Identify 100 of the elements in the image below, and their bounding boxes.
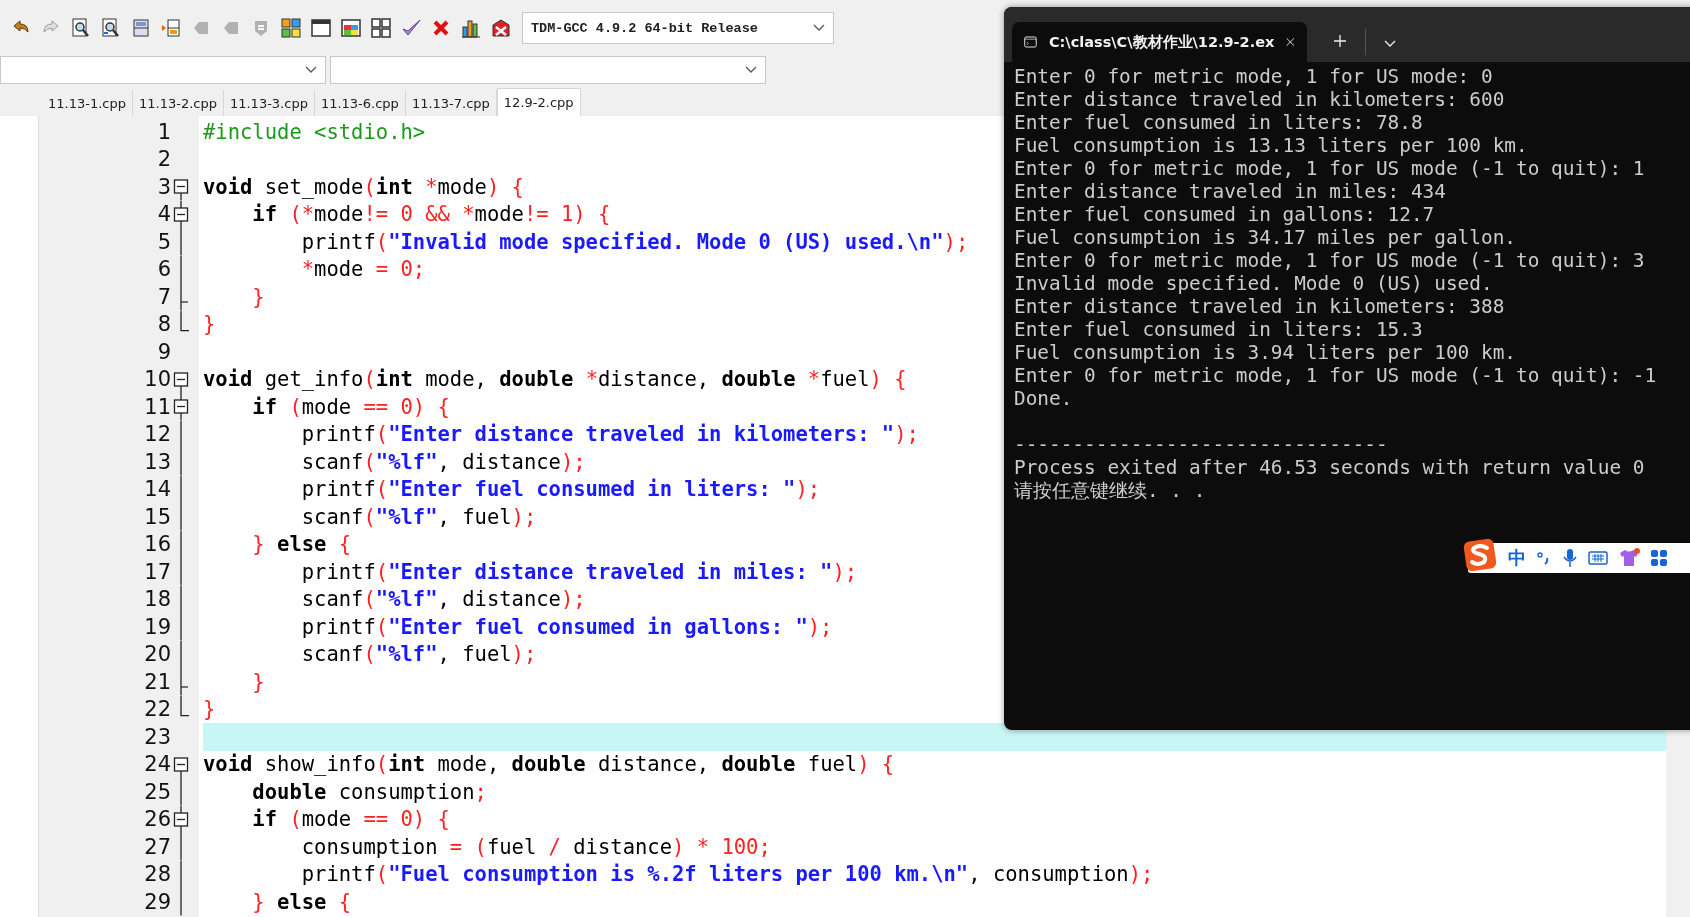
console-output-line: Enter 0 for metric mode, 1 for US mode (-1 to quit): 3 [1014,249,1646,272]
code-line: consumption = (fuel / distance) * 100; [300,834,771,859]
crossed-house-icon [490,17,512,39]
console-output-line: Fuel consumption is 13.13 liters per 100 km. [1014,134,1529,157]
console-output-line: Enter distance traveled in miles: 434 [1014,180,1447,203]
line-number: 14 [143,477,171,502]
code-line: } [251,669,265,694]
line-number: 5 [156,229,171,254]
bar-chart-icon [460,17,482,39]
arrow-panel-icon [160,17,182,39]
console-output-line: Enter 0 for metric mode, 1 for US mode: 0 [1014,65,1494,88]
line-number: 18 [143,587,171,612]
line-number: 17 [143,559,171,584]
line-number: 6 [156,257,171,282]
line-number: 27 [143,834,171,859]
code-line: #include <stdio.h> [203,119,426,144]
line-number: 19 [143,614,171,639]
console-output-line: Process exited after 46.53 seconds with return value 0 [1014,456,1646,479]
console-output-line: Enter distance traveled in kilometers: 388 [1014,295,1506,318]
chevron-down-icon [745,66,757,74]
code-line: printf("Enter fuel consumed in liters: "); [300,477,821,502]
code-line: printf("Enter distance traveled in kilometers: "); [300,422,919,447]
console-output-line: -------------------------------- [1014,433,1389,456]
code-line: printf("Enter fuel consumed in gallons: "); [300,614,833,639]
code-line: } [203,312,216,337]
microphone-icon[interactable] [1562,548,1578,568]
console-output-line: Fuel consumption is 3.94 liters per 100 km. [1014,341,1517,364]
chevron-down-icon [813,24,825,32]
code-line: } else { [251,889,352,914]
code-line: if (*mode!= 0 && *mode!= 1) { [251,202,611,227]
code-line: } [203,697,216,722]
line-number: 22 [143,697,171,722]
grid-icon[interactable] [1650,549,1668,567]
code-line: void show_info(int mode, double distance, double fuel) { [203,752,895,777]
s-logo-icon[interactable] [1462,537,1498,573]
input-mode-toggle[interactable]: 中 [1508,546,1526,570]
code-line: *mode = 0; [300,257,426,282]
collapse-icon[interactable] [173,393,189,421]
line-number: 16 [143,532,171,557]
color-grid-icon [280,17,302,39]
shirt-icon[interactable] [1618,548,1640,568]
console-output-line: Fuel consumption is 34.17 miles per gallon. [1014,226,1517,249]
line-number: 9 [156,339,171,364]
code-line: double consumption; [251,779,487,804]
magnifier-page-icon [100,17,122,39]
line-number: 7 [156,284,171,309]
collapse-icon[interactable] [173,200,189,228]
keyboard-icon[interactable] [1588,550,1608,566]
line-number: 20 [143,642,171,667]
compiler-dropdown[interactable]: TDM-GCC 4.9.2 64-bit Release [522,12,834,44]
line-number: 3 [156,174,171,199]
console-output-line: Invalid mode specified. Mode 0 (US) used. [1014,272,1494,295]
console-output-line: Enter fuel consumed in liters: 78.8 [1014,111,1424,134]
tab-title: C:\class\C\教材作业\12.9-2.ex [1048,32,1275,52]
line-number: 25 [143,779,171,804]
code-line: scanf("%lf", distance); [300,587,586,612]
line-number: 26 [143,807,171,832]
plus-icon[interactable] [1333,34,1347,48]
line-number: 24 [143,752,171,777]
close-icon[interactable] [1286,36,1295,48]
line-number: 21 [143,669,171,694]
console-icon [1024,34,1037,50]
console-output-line: Enter distance traveled in kilometers: 600 [1014,88,1506,111]
code-line: if (mode == 0) { [251,394,450,419]
line-number: 8 [156,312,171,337]
console-output-line: Enter fuel consumed in gallons: 12.7 [1014,203,1436,226]
window-icon [310,17,332,39]
console-output-line: Done. [1014,387,1074,410]
code-line: printf("Fuel consumption is %.2f liters per 100 km.\n", consumption); [300,862,1154,887]
console-output-line: Enter 0 for metric mode, 1 for US mode (-1 to quit): 1 [1014,157,1646,180]
code-line: printf("Enter distance traveled in miles: "); [300,559,858,584]
console-output-line: Enter 0 for metric mode, 1 for US mode (-1 to quit): -1 [1014,364,1658,387]
console-output-line: Enter fuel consumed in liters: 15.3 [1014,318,1424,341]
line-number: 28 [143,862,171,887]
color-window-icon [340,17,362,39]
console-output-line: 请按任意键继续. . . [1014,479,1207,502]
code-line: if (mode == 0) { [251,807,450,832]
magnifier-page-icon [70,17,92,39]
grid-icon [370,17,392,39]
code-line: void get_info(int mode, double *distance, double *fuel) { [203,367,907,392]
code-line: printf("Invalid mode specified. Mode 0 (US) used.\n"); [300,229,969,254]
code-line: } [251,284,265,309]
panel-icon [130,17,152,39]
line-number: 10 [143,367,171,392]
terminal-tab[interactable]: C:\class\C\教材作业\12.9-2.ex [1012,22,1307,62]
code-line: } else { [251,532,352,557]
line-number: 2 [156,147,171,172]
line-number: 15 [143,504,171,529]
line-number: 1 [156,119,171,144]
file-tab[interactable]: 12.9-2.cpp [496,88,581,116]
line-number: 13 [143,449,171,474]
code-line: scanf("%lf", fuel); [300,504,537,529]
line-number: 11 [143,394,171,419]
collapse-icon[interactable] [173,805,189,833]
code-line: scanf("%lf", distance); [300,449,586,474]
code-line: void set_mode(int *mode) { [203,174,524,199]
chevron-down-icon[interactable] [1384,40,1396,48]
line-number: 23 [143,724,171,749]
chevron-down-icon [305,66,317,74]
line-number: 4 [156,202,171,227]
